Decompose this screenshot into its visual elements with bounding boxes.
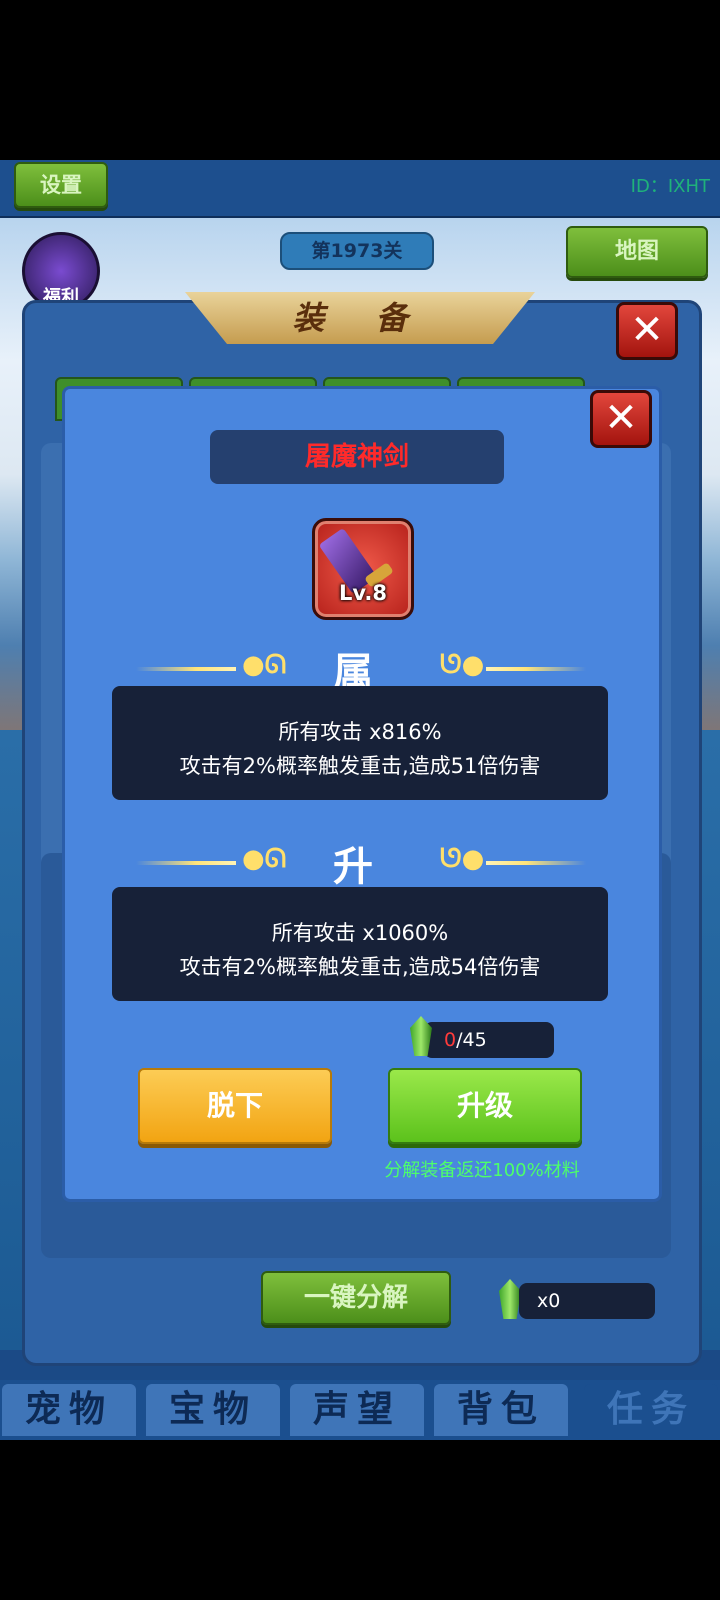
ornament-left xyxy=(136,667,236,671)
ornament-curl-right: ᘎ● xyxy=(440,650,485,680)
ornament-right-2 xyxy=(486,861,586,865)
nav-tab-pet[interactable]: 宠物 xyxy=(2,1384,136,1436)
item-name-box: 屠魔神剑 xyxy=(210,430,504,484)
ornament-left-2 xyxy=(136,861,236,865)
gem-count: x0 xyxy=(519,1283,655,1319)
upgrade-line-1: 所有攻击 x1060% xyxy=(271,921,449,945)
map-button[interactable]: 地图 xyxy=(566,226,708,278)
settings-button[interactable]: 设置 xyxy=(14,162,108,208)
gem-icon xyxy=(499,1279,521,1319)
nav-tab-reputation[interactable]: 声望 xyxy=(290,1384,424,1436)
ornament-curl-right-2: ᘎ● xyxy=(440,844,485,874)
decompose-note: 分解装备返还100%材料 xyxy=(384,1160,580,1181)
attributes-box: 所有攻击 x816% 攻击有2%概率触发重击,造成51倍伤害 xyxy=(112,686,608,800)
upgrade-line-2: 攻击有2%概率触发重击,造成54倍伤害 xyxy=(179,955,541,979)
material-need: /45 xyxy=(456,1029,487,1051)
material-counter: 0/45 xyxy=(424,1022,554,1058)
ornament-curl-left: ●ᘏ xyxy=(242,650,287,680)
material-have: 0 xyxy=(444,1029,457,1051)
nav-tab-backpack[interactable]: 背包 xyxy=(434,1384,568,1436)
upgrade-button[interactable]: 升级 xyxy=(388,1068,582,1144)
ornament-curl-left-2: ●ᘏ xyxy=(242,844,287,874)
equipment-title: 装 备 xyxy=(185,292,535,344)
attributes-line-1: 所有攻击 x816% xyxy=(278,720,442,744)
top-bar: 设置 ID：IXHT xyxy=(0,160,720,218)
nav-tab-quest[interactable]: 任务 xyxy=(584,1384,718,1436)
decompose-all-button[interactable]: 一键分解 xyxy=(261,1271,451,1325)
stage-label: 第1973关 xyxy=(280,232,434,270)
equipment-close-icon[interactable]: ✕ xyxy=(616,302,678,360)
player-id: ID：IXHT xyxy=(630,176,710,197)
item-level: Lv.8 xyxy=(339,581,387,605)
ornament-right xyxy=(486,667,586,671)
item-icon: Lv.8 xyxy=(312,518,414,620)
unequip-button[interactable]: 脱下 xyxy=(138,1068,332,1144)
welfare-button[interactable]: 福利 xyxy=(22,232,100,310)
nav-tab-treasure[interactable]: 宝物 xyxy=(146,1384,280,1436)
attributes-line-2: 攻击有2%概率触发重击,造成51倍伤害 xyxy=(179,754,541,778)
dialog-close-icon[interactable]: ✕ xyxy=(590,390,652,448)
upgrade-box: 所有攻击 x1060% 攻击有2%概率触发重击,造成54倍伤害 xyxy=(112,887,608,1001)
